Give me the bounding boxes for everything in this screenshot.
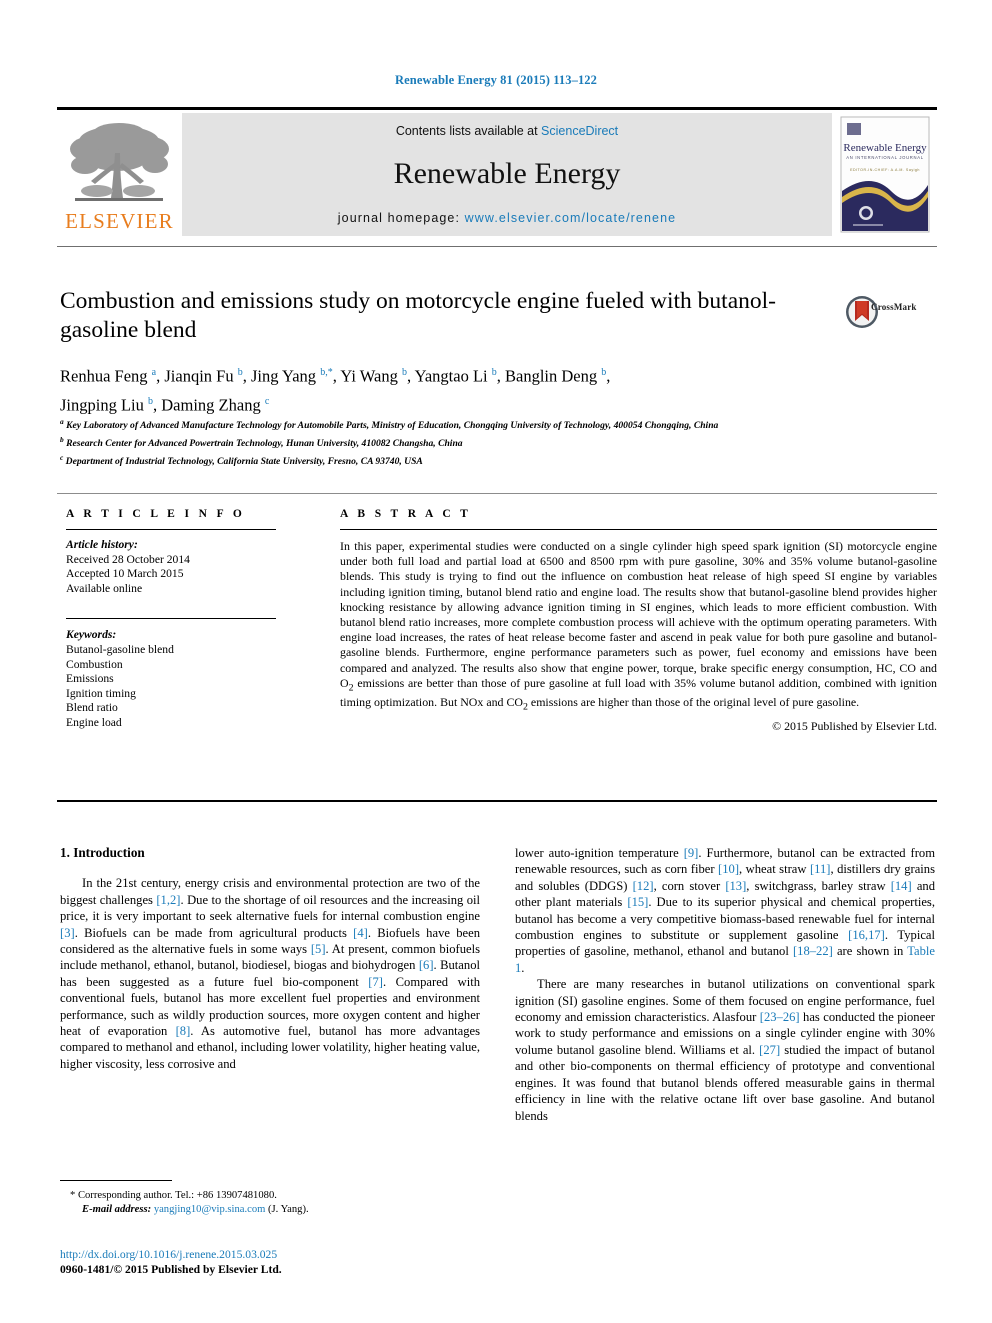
elsevier-wordmark: ELSEVIER [65,209,174,233]
email-label: E-mail address: [82,1204,152,1215]
affiliation-item: a Key Laboratory of Advanced Manufacture… [60,417,719,432]
footer-block: http://dx.doi.org/10.1016/j.renene.2015.… [60,1247,560,1277]
author-line-1: Renhua Feng a, Jianqin Fu b, Jing Yang b… [60,366,611,386]
keywords-block: Keywords: Butanol-gasoline blend Combust… [66,628,276,730]
footnote-divider [60,1180,172,1181]
journal-homepage-line: journal homepage: www.elsevier.com/locat… [182,211,832,225]
cover-art: Renewable Energy AN INTERNATIONAL JOURNA… [840,116,930,233]
crossmark-icon [846,296,878,328]
abstract-divider-bottom [57,800,937,802]
journal-cover-thumbnail[interactable]: Renewable Energy AN INTERNATIONAL JOURNA… [832,113,937,236]
svg-text:AN INTERNATIONAL JOURNAL: AN INTERNATIONAL JOURNAL [846,155,924,160]
running-head: Renewable Energy 81 (2015) 113–122 [395,73,597,87]
issn-copyright: 0960-1481/© 2015 Published by Elsevier L… [60,1263,282,1276]
abstract-heading: A B S T R A C T [340,508,472,520]
paragraph: In the 21st century, energy crisis and e… [60,876,481,1071]
article-info-heading: A R T I C L E I N F O [66,508,246,520]
masthead-center: Contents lists available at ScienceDirec… [182,113,832,236]
page-title: Combustion and emissions study on motorc… [60,288,776,343]
body-column-left: 1. Introduction In the 21st century, ene… [60,845,480,1072]
corresponding-author-line: * Corresponding author. Tel.: +86 139074… [70,1190,277,1201]
article-history-label: Article history: [66,538,138,551]
affiliation-list: a Key Laboratory of Advanced Manufacture… [60,415,850,468]
article-info-panel: A R T I C L E I N F O Article history: R… [66,508,276,731]
elsevier-logo: ELSEVIER [57,113,182,236]
homepage-link[interactable]: www.elsevier.com/locate/renene [465,211,677,225]
section-heading-introduction: 1. Introduction [60,845,145,860]
keyword-item: Emissions [66,672,114,686]
title-divider [57,246,937,247]
sciencedirect-link[interactable]: ScienceDirect [541,124,618,138]
paragraph: There are many researches in butanol uti… [515,977,935,1123]
elsevier-tree-icon [70,123,169,201]
journal-masthead: ELSEVIER Contents lists available at Sci… [57,107,937,236]
abstract-rule [340,529,937,530]
history-item: Received 28 October 2014 [66,552,190,566]
crossmark-badge[interactable]: CrossMark [845,283,937,345]
abstract-panel: A B S T R A C T In this paper, experimen… [340,508,937,734]
history-item: Available online [66,581,143,595]
keywords-label: Keywords: [66,628,117,642]
keyword-item: Combustion [66,657,123,671]
affiliation-item: c Department of Industrial Technology, C… [60,452,423,467]
info-divider-top [57,493,937,494]
keyword-item: Ignition timing [66,686,136,700]
corresponding-author-footnote: * Corresponding author. Tel.: +86 139074… [60,1180,480,1217]
abstract-copyright: © 2015 Published by Elsevier Ltd. [772,718,937,733]
contents-prefix: Contents lists available at [395,124,542,138]
email-suffix: (J. Yang). [268,1204,309,1215]
doi-link[interactable]: http://dx.doi.org/10.1016/j.renene.2015.… [60,1247,560,1262]
author-list: Renhua Feng a, Jianqin Fu b, Jing Yang b… [60,360,850,417]
paragraph: lower auto-ignition temperature [9]. Fur… [515,846,935,975]
contents-available-line: Contents lists available at ScienceDirec… [182,124,832,138]
svg-text:Renewable Energy: Renewable Energy [843,142,927,154]
abstract-text: In this paper, experimental studies were… [340,539,937,713]
keyword-item: Engine load [66,715,122,729]
keyword-item: Butanol-gasoline blend [66,642,174,656]
crossmark-label: CrossMark [871,302,917,312]
journal-title: Renewable Energy [393,157,621,190]
author-line-2: Jingping Liu b, Daming Zhang c [60,395,270,414]
keywords-rule [66,618,276,620]
article-page: Renewable Energy 81 (2015) 113–122 ELSEV… [0,0,992,1323]
body-column-right: lower auto-ignition temperature [9]. Fur… [515,845,935,1124]
affiliation-item: b Research Center for Advanced Powertrai… [60,434,463,449]
history-item: Accepted 10 March 2015 [66,567,184,581]
article-history-block: Article history: Received 28 October 201… [66,538,276,596]
svg-text:EDITOR-IN-CHIEF: A.A.M. Sayigh: EDITOR-IN-CHIEF: A.A.M. Sayigh [850,168,920,172]
keyword-item: Blend ratio [66,701,118,715]
email-line: E-mail address: yangjing10@vip.sina.com … [60,1203,480,1217]
homepage-prefix: journal homepage: [337,211,465,225]
email-link[interactable]: yangjing10@vip.sina.com [154,1204,266,1215]
article-info-rule [66,529,276,530]
